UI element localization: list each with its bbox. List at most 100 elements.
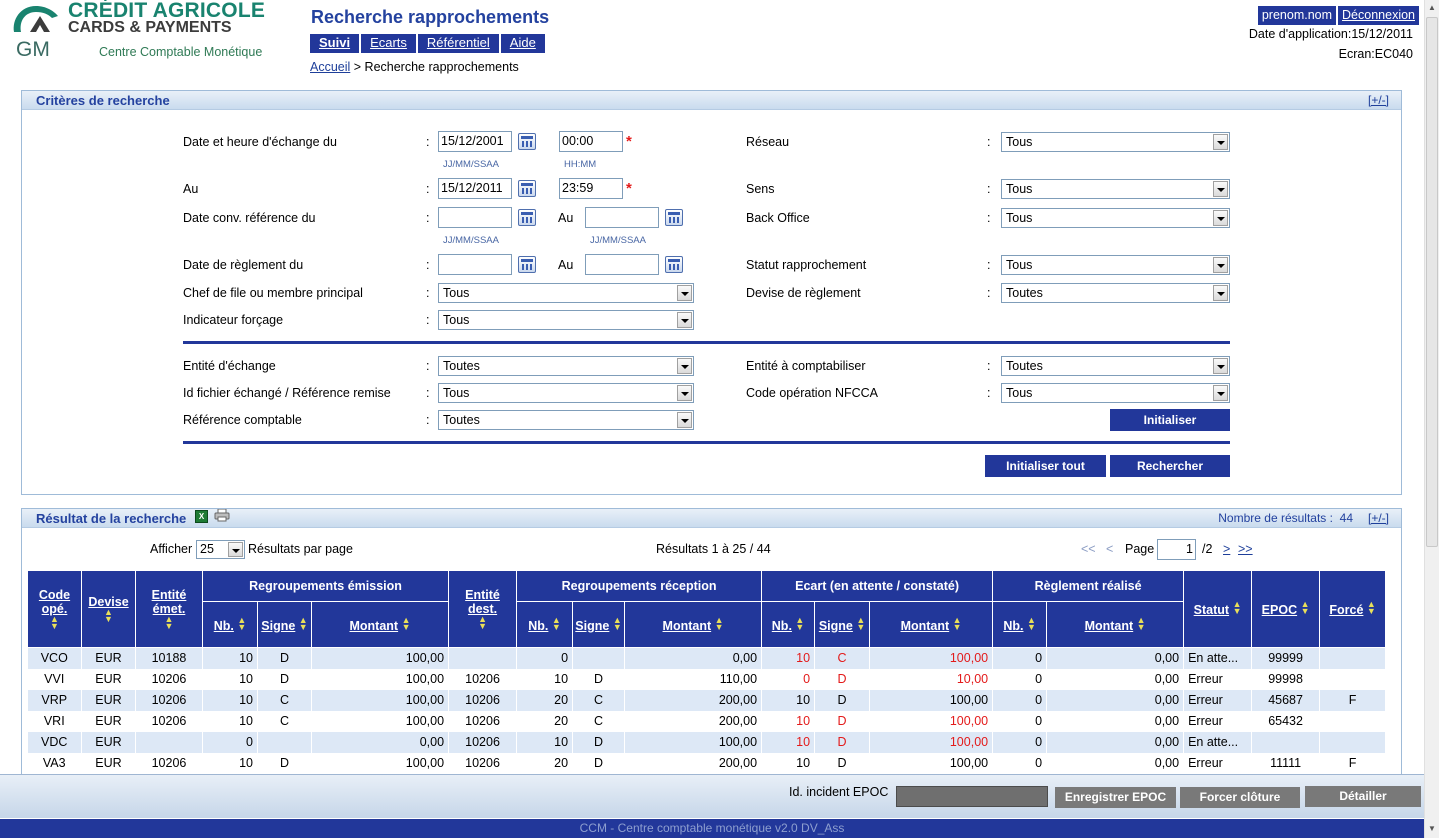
breadcrumb-home-link[interactable]: Accueil (310, 60, 350, 74)
col-header-code[interactable]: Code opé. ▲ ▼ (27, 570, 82, 648)
lead-member-select[interactable]: Tous (438, 283, 694, 303)
sort-link-nb[interactable]: Nb. (528, 619, 548, 633)
chevron-down-icon[interactable] (1213, 181, 1228, 197)
table-row[interactable]: VRP EUR 10206 10 C 100,00 10206 20 C 200,00 10 D 100… (27, 689, 1387, 711)
calendar-icon[interactable] (518, 209, 536, 226)
chevron-down-icon[interactable] (677, 412, 692, 428)
sort-link-montant[interactable]: Montant (901, 619, 950, 633)
sort-link-signe[interactable]: Signe (575, 619, 609, 633)
calendar-icon[interactable] (518, 180, 536, 197)
accounting-ref-select[interactable]: Toutes (438, 410, 694, 430)
nfcca-code-select[interactable]: Tous (1001, 383, 1230, 403)
date-settle-to-input[interactable] (585, 254, 659, 275)
col-header-signe[interactable]: Signe ▲ ▼ (257, 601, 312, 648)
col-header-epoc[interactable]: EPOC ▲ ▼ (1251, 570, 1321, 648)
date-conv-to-input[interactable] (585, 207, 659, 228)
col-header-nb[interactable]: Nb. ▲ ▼ (516, 601, 574, 648)
table-row[interactable]: VA3 EUR 10206 10 D 100,00 10206 20 D 200,00 10 D 100… (27, 752, 1387, 774)
col-header-entite-dest[interactable]: Entité dest. ▲ ▼ (448, 570, 518, 648)
col-header-signe[interactable]: Signe ▲ ▼ (572, 601, 626, 648)
prev-page-link[interactable]: < (1106, 542, 1113, 556)
col-header-statut[interactable]: Statut ▲ ▼ (1183, 570, 1253, 648)
logout-link[interactable]: Déconnexion (1338, 6, 1419, 25)
settle-currency-select[interactable]: Toutes (1001, 283, 1230, 303)
col-header-montant[interactable]: Montant ▲ ▼ (1046, 601, 1185, 648)
register-epoc-button[interactable]: Enregistrer EPOC (1055, 787, 1176, 808)
page-number-input[interactable]: 1 (1157, 539, 1196, 560)
chevron-down-icon[interactable] (1213, 210, 1228, 226)
date-conv-from-input[interactable] (438, 207, 512, 228)
col-header-devise[interactable]: Devise ▲ ▼ (81, 570, 136, 648)
reset-button[interactable]: Initialiser (1110, 409, 1230, 431)
sort-link-statut[interactable]: Statut (1194, 603, 1229, 617)
page-size-select[interactable]: 25 (196, 540, 245, 559)
date-exchange-from-input[interactable]: 15/12/2001 (438, 131, 512, 152)
chevron-down-icon[interactable] (677, 385, 692, 401)
col-header-entite-emet[interactable]: Entité émet. ▲ ▼ (135, 570, 203, 648)
col-header-montant[interactable]: Montant ▲ ▼ (624, 601, 763, 648)
calendar-icon[interactable] (518, 256, 536, 273)
chevron-down-icon[interactable] (1213, 134, 1228, 150)
table-row[interactable]: VCO EUR 10188 10 D 100,00 0 0,00 10 C 100,00 0 0,00 E… (27, 647, 1387, 669)
sort-link-epoc[interactable]: EPOC (1262, 603, 1297, 617)
direction-select[interactable]: Tous (1001, 179, 1230, 199)
col-header-montant[interactable]: Montant ▲ ▼ (869, 601, 994, 648)
sort-link-montant[interactable]: Montant (350, 619, 399, 633)
scroll-down-icon[interactable]: ▼ (1427, 824, 1437, 834)
col-header-montant[interactable]: Montant ▲ ▼ (310, 601, 450, 648)
sort-link-nb[interactable]: Nb. (772, 619, 792, 633)
time-to-input[interactable]: 23:59 (559, 178, 623, 199)
exchange-entity-select[interactable]: Toutes (438, 356, 694, 376)
sort-link-nb[interactable]: Nb. (214, 619, 234, 633)
vertical-scrollbar[interactable]: ▲ ▼ (1424, 0, 1439, 838)
calendar-icon[interactable] (665, 256, 683, 273)
sort-link-montant[interactable]: Montant (1085, 619, 1134, 633)
next-page-link[interactable]: > (1223, 542, 1230, 556)
forcing-select[interactable]: Tous (438, 310, 694, 330)
excel-export-icon[interactable]: X (195, 510, 208, 523)
results-toggle-link[interactable]: [+/-] (1368, 511, 1389, 525)
scrollbar-thumb[interactable] (1426, 17, 1438, 547)
last-page-link[interactable]: >> (1238, 542, 1253, 556)
match-status-select[interactable]: Tous (1001, 255, 1230, 275)
detail-button[interactable]: Détailler (1305, 786, 1421, 807)
accounting-entity-select[interactable]: Toutes (1001, 356, 1230, 376)
criteria-toggle-link[interactable]: [+/-] (1368, 93, 1389, 107)
col-header-force[interactable]: Forcé ▲ ▼ (1319, 570, 1387, 648)
sort-link-signe[interactable]: Signe (261, 619, 295, 633)
sort-link-entite-emet[interactable]: Entité émet. (152, 588, 187, 616)
chevron-down-icon[interactable] (677, 285, 692, 301)
user-name-link[interactable]: prenom.nom (1257, 6, 1337, 25)
sort-link-entite-dest[interactable]: Entité dest. (465, 588, 500, 616)
calendar-icon[interactable] (665, 209, 683, 226)
menu-item-referentiel[interactable]: Référentiel (417, 34, 499, 53)
sort-link-nb[interactable]: Nb. (1003, 619, 1023, 633)
first-page-link[interactable]: << (1081, 542, 1096, 556)
print-icon[interactable] (214, 509, 230, 522)
menu-item-ecarts[interactable]: Ecarts (361, 34, 416, 53)
date-exchange-to-input[interactable]: 15/12/2011 (438, 178, 512, 199)
time-from-input[interactable]: 00:00 (559, 131, 623, 152)
chevron-down-icon[interactable] (677, 358, 692, 374)
sort-link-signe[interactable]: Signe (819, 619, 853, 633)
network-select[interactable]: Tous (1001, 132, 1230, 152)
col-header-signe[interactable]: Signe ▲ ▼ (814, 601, 871, 648)
col-header-nb[interactable]: Nb. ▲ ▼ (992, 601, 1048, 648)
table-row[interactable]: VDC EUR 0 0,00 10206 10 D 100,00 10 D 100,00 0 0,00 E… (27, 731, 1387, 753)
reset-all-button[interactable]: Initialiser tout (985, 455, 1106, 477)
file-id-select[interactable]: Tous (438, 383, 694, 403)
chevron-down-icon[interactable] (228, 542, 243, 557)
sort-link-montant[interactable]: Montant (663, 619, 712, 633)
chevron-down-icon[interactable] (677, 312, 692, 328)
menu-item-aide[interactable]: Aide (500, 34, 545, 53)
force-close-button[interactable]: Forcer clôture (1180, 787, 1300, 808)
sort-link-code[interactable]: Code opé. (39, 588, 70, 616)
back-office-select[interactable]: Tous (1001, 208, 1230, 228)
chevron-down-icon[interactable] (1213, 385, 1228, 401)
date-settle-from-input[interactable] (438, 254, 512, 275)
table-row[interactable]: VRI EUR 10206 10 C 100,00 10206 20 C 200,00 10 D 100… (27, 710, 1387, 732)
calendar-icon[interactable] (518, 133, 536, 150)
sort-link-force[interactable]: Forcé (1329, 603, 1363, 617)
col-header-nb[interactable]: Nb. ▲ ▼ (202, 601, 258, 648)
chevron-down-icon[interactable] (1213, 257, 1228, 273)
